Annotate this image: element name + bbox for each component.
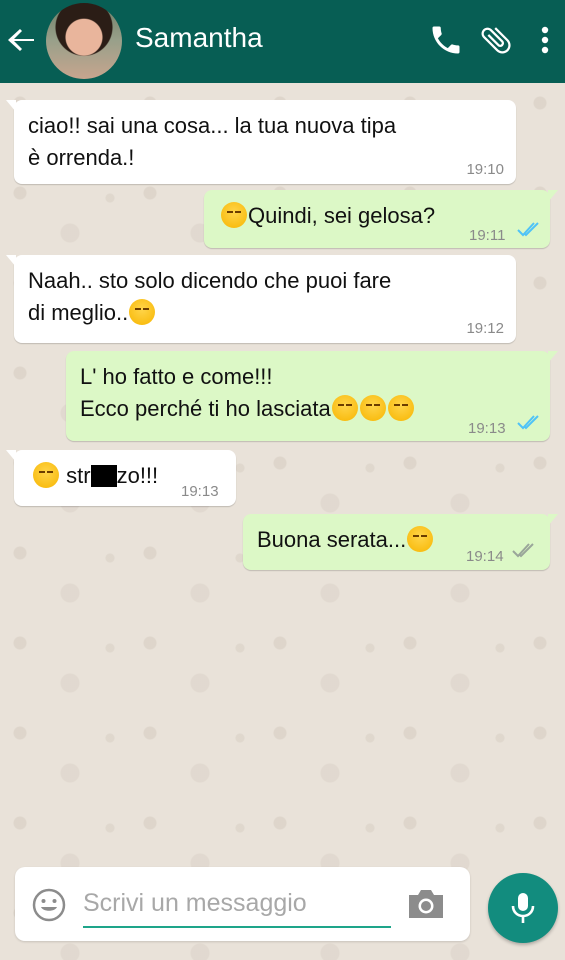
message-incoming[interactable]: Naah.. sto solo dicendo che puoi fare di… xyxy=(6,255,516,343)
read-ticks-icon xyxy=(517,415,539,430)
chat-header: Samantha xyxy=(0,0,565,83)
message-line-1: L' ho fatto e come!!! xyxy=(80,364,273,389)
censor-block xyxy=(90,465,117,487)
message-outgoing[interactable]: Buona serata... 19:14 xyxy=(243,514,558,570)
message-incoming[interactable]: ciao!! sai una cosa... la tua nuova tipa… xyxy=(6,100,516,184)
message-text-part: str xyxy=(66,463,91,488)
more-vert-icon[interactable] xyxy=(530,22,560,58)
phone-icon[interactable] xyxy=(428,22,464,58)
read-ticks-icon xyxy=(517,222,539,237)
delivered-ticks-icon xyxy=(512,543,534,558)
message-text: ciao!! sai una cosa... la tua nuova tipa… xyxy=(28,113,397,170)
winking-emoji-icon xyxy=(387,395,414,421)
mic-button[interactable] xyxy=(488,873,558,943)
message-outgoing[interactable]: L' ho fatto e come!!! Ecco perché ti ho … xyxy=(66,351,558,441)
winking-emoji-icon xyxy=(359,395,386,421)
unamused-emoji-icon xyxy=(33,462,59,488)
message-incoming[interactable]: str zo!!! 19:13 xyxy=(6,450,236,506)
message-text-part: Naah.. sto solo dicendo che puoi fare di… xyxy=(28,268,392,325)
message-time: 19:10 xyxy=(466,161,504,178)
message-text: Naah.. sto solo dicendo che puoi fare di… xyxy=(28,265,502,329)
emoji-icon[interactable] xyxy=(30,886,68,924)
winking-emoji-icon xyxy=(331,395,358,421)
back-arrow-icon[interactable] xyxy=(4,22,40,58)
kissing-emoji-icon xyxy=(407,526,434,552)
camera-icon[interactable] xyxy=(405,886,447,922)
microphone-icon xyxy=(511,893,535,923)
message-outgoing[interactable]: Quindi, sei gelosa? 19:11 xyxy=(204,190,558,248)
avatar[interactable] xyxy=(46,3,122,79)
message-text-part: Buona serata... xyxy=(257,527,407,552)
message-time: 19:14 xyxy=(466,548,504,565)
message-time: 19:11 xyxy=(469,227,506,244)
message-time: 19:13 xyxy=(468,420,506,437)
message-text-part: Quindi, sei gelosa? xyxy=(248,203,436,228)
contact-name[interactable]: Samantha xyxy=(135,22,263,54)
message-time: 19:12 xyxy=(466,320,504,337)
message-text-part: Ecco perché ti ho lasciata xyxy=(80,396,331,421)
message-text-part: zo!!! xyxy=(116,463,159,488)
winking-emoji-icon xyxy=(129,299,156,325)
paperclip-icon[interactable] xyxy=(478,22,514,58)
message-time: 19:13 xyxy=(181,483,219,500)
message-input[interactable] xyxy=(83,880,391,928)
expressionless-emoji-icon xyxy=(221,202,247,228)
